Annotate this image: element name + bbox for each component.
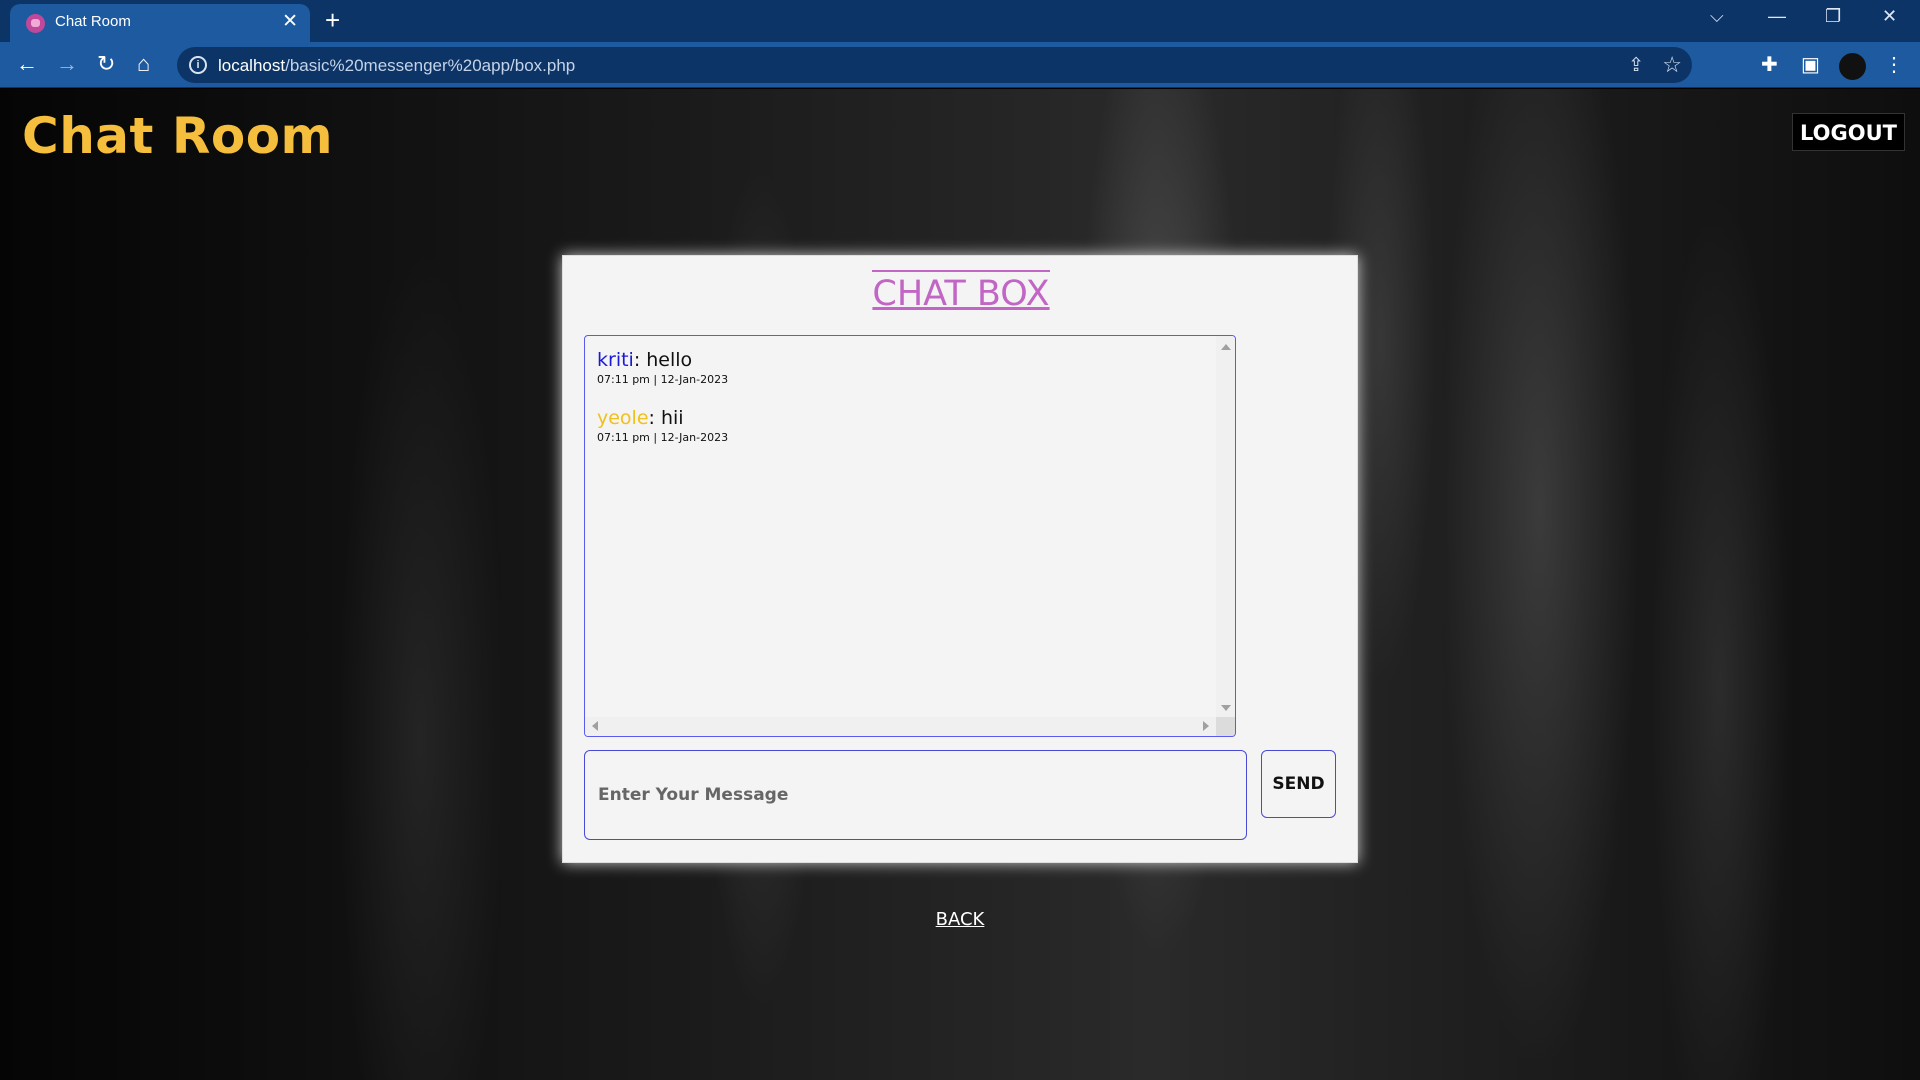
browser-tab[interactable]: Chat Room ✕	[10, 4, 310, 42]
logout-button[interactable]: LOGOUT	[1792, 113, 1905, 151]
url-text: localhost/basic%20messenger%20app/box.ph…	[218, 56, 575, 76]
message-item: kriti: hello 07:11 pm | 12-Jan-2023	[597, 349, 728, 386]
back-link-wrapper: BACK	[0, 909, 1920, 930]
bookmark-star-icon[interactable]: ☆	[1662, 52, 1682, 78]
message-line: kriti: hello	[597, 349, 728, 371]
page-background: Chat Room LOGOUT CHAT BOX kriti: hello 0…	[0, 89, 1920, 1080]
new-tab-icon[interactable]: +	[325, 6, 340, 34]
reload-icon[interactable]: ↻	[97, 52, 115, 76]
site-info-icon[interactable]: i	[189, 56, 207, 74]
scroll-up-arrow-icon[interactable]	[1221, 344, 1231, 350]
menu-kebab-icon[interactable]: ⋮	[1884, 52, 1904, 77]
message-list[interactable]: kriti: hello 07:11 pm | 12-Jan-2023 yeol…	[584, 335, 1236, 737]
message-item: yeole: hii 07:11 pm | 12-Jan-2023	[597, 407, 728, 444]
tab-title: Chat Room	[55, 13, 131, 30]
extensions-puzzle-icon[interactable]: ✚	[1761, 52, 1778, 77]
home-icon[interactable]: ⌂	[137, 52, 150, 76]
scroll-down-arrow-icon[interactable]	[1221, 705, 1231, 711]
chat-favicon-icon	[26, 14, 45, 33]
send-button[interactable]: SEND	[1261, 750, 1336, 818]
back-link[interactable]: BACK	[936, 909, 985, 930]
url-path: /basic%20messenger%20app/box.php	[285, 56, 576, 75]
side-panel-icon[interactable]: ▣	[1801, 52, 1820, 77]
tab-search-chevron-icon[interactable]: ⌵	[1710, 6, 1724, 27]
chat-title-wrapper: CHAT BOX	[563, 270, 1359, 314]
share-icon[interactable]: ⇪	[1628, 54, 1644, 77]
scroll-left-arrow-icon[interactable]	[592, 721, 598, 731]
vertical-scrollbar[interactable]	[1216, 336, 1235, 717]
message-user: kriti	[597, 349, 634, 371]
back-arrow-icon[interactable]: ←	[16, 52, 38, 76]
scroll-right-arrow-icon[interactable]	[1203, 721, 1209, 731]
restore-icon[interactable]: ❐	[1825, 6, 1841, 27]
horizontal-scrollbar[interactable]	[585, 717, 1218, 736]
chat-card: CHAT BOX kriti: hello 07:11 pm | 12-Jan-…	[562, 255, 1358, 863]
url-domain: localhost	[218, 56, 286, 75]
minimize-icon[interactable]: —	[1768, 6, 1786, 27]
profile-avatar[interactable]	[1839, 53, 1866, 80]
forward-arrow-icon[interactable]: →	[56, 52, 78, 76]
scrollbar-corner	[1216, 717, 1235, 736]
message-line: yeole: hii	[597, 407, 728, 429]
browser-toolbar: ← → ↻ ⌂ i localhost/basic%20messenger%20…	[0, 42, 1920, 88]
message-text: : hii	[648, 407, 684, 429]
message-timestamp: 07:11 pm | 12-Jan-2023	[597, 373, 729, 386]
message-user: yeole	[597, 407, 649, 429]
address-bar[interactable]: i localhost/basic%20messenger%20app/box.…	[177, 47, 1692, 83]
message-timestamp: 07:11 pm | 12-Jan-2023	[597, 431, 729, 444]
message-input[interactable]	[584, 750, 1247, 840]
close-tab-icon[interactable]: ✕	[282, 10, 298, 33]
chat-title: CHAT BOX	[872, 270, 1050, 314]
browser-tab-bar: Chat Room ✕ + ⌵ — ❐ ✕	[0, 0, 1920, 42]
site-brand: Chat Room	[22, 107, 334, 165]
message-text: : hello	[633, 349, 693, 371]
close-window-icon[interactable]: ✕	[1882, 6, 1897, 27]
